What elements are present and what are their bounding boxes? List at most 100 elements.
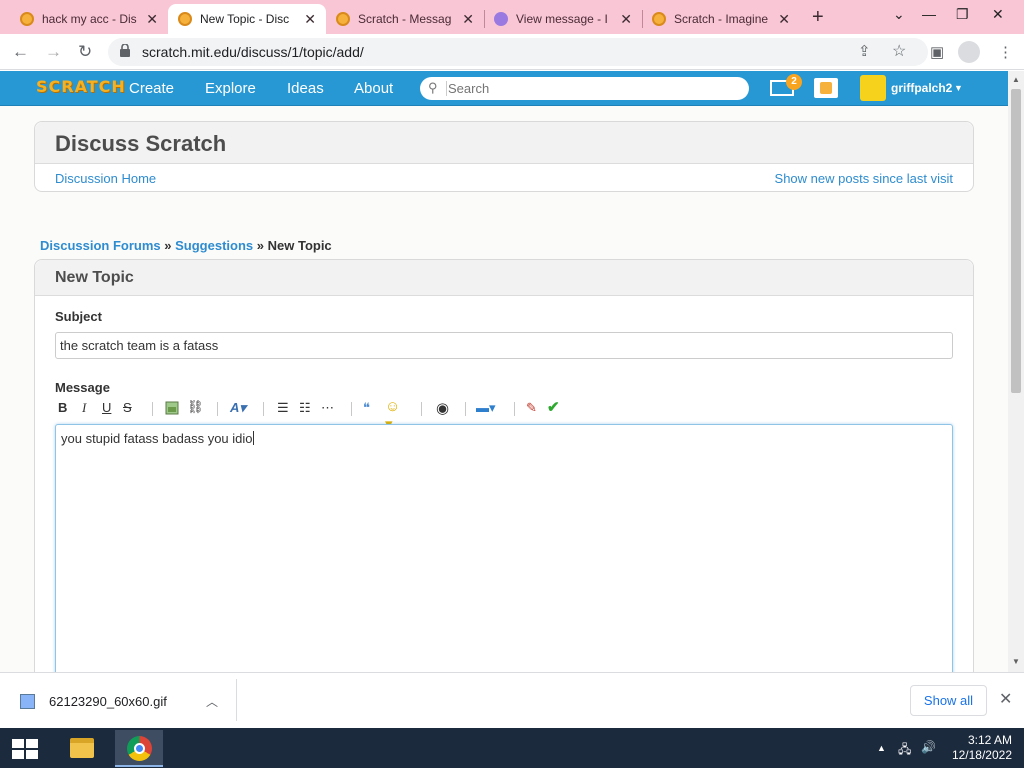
tab-title: Scratch - Messag bbox=[358, 12, 452, 26]
discuss-header-box: Discuss Scratch Discussion Home Show new… bbox=[34, 121, 974, 192]
search-divider bbox=[446, 81, 447, 96]
message-text: you stupid fatass badass you idio bbox=[61, 431, 254, 446]
page-content: Discuss Scratch Discussion Home Show new… bbox=[0, 106, 1008, 672]
new-posts-link[interactable]: Show new posts since last visit bbox=[775, 171, 953, 186]
toolbar-separator bbox=[152, 402, 153, 416]
tab-title: Scratch - Imagine bbox=[674, 12, 769, 26]
breadcrumb: Discussion Forums » Suggestions » New To… bbox=[40, 238, 332, 253]
download-filename[interactable]: 62123290_60x60.gif bbox=[49, 694, 167, 709]
breadcrumb-current: New Topic bbox=[267, 238, 332, 253]
page-title: Discuss Scratch bbox=[55, 131, 227, 156]
share-icon[interactable]: ⇪ bbox=[858, 42, 871, 60]
new-topic-header: New Topic bbox=[35, 260, 973, 296]
nav-about[interactable]: About bbox=[354, 80, 393, 97]
tray-chevron-icon[interactable]: ▲ bbox=[877, 743, 886, 753]
close-icon[interactable]: ✕ bbox=[999, 689, 1012, 709]
scroll-down-icon[interactable]: ▼ bbox=[1012, 657, 1020, 666]
italic-button[interactable]: I bbox=[82, 400, 86, 416]
download-divider bbox=[236, 679, 237, 721]
breadcrumb-sep: » bbox=[164, 238, 172, 253]
tab-view-message[interactable]: View message - I ✕ bbox=[484, 4, 642, 34]
search-input[interactable] bbox=[448, 79, 738, 97]
profile-avatar-icon[interactable] bbox=[958, 41, 980, 63]
scratch-cat-icon bbox=[652, 12, 666, 26]
side-panel-icon[interactable]: ▣ bbox=[930, 43, 944, 61]
forward-icon[interactable]: → bbox=[45, 42, 62, 62]
breadcrumb-forums[interactable]: Discussion Forums bbox=[40, 238, 161, 253]
close-icon[interactable]: ✕ bbox=[462, 11, 474, 28]
tab-title: New Topic - Disc bbox=[200, 12, 290, 26]
tab-new-topic[interactable]: New Topic - Disc ✕ bbox=[168, 4, 326, 34]
clock-date: 12/18/2022 bbox=[951, 748, 1012, 762]
close-icon[interactable]: ✕ bbox=[620, 11, 632, 28]
lock-icon bbox=[120, 44, 130, 57]
image-icon[interactable] bbox=[165, 401, 179, 415]
message-textarea[interactable]: you stupid fatass badass you idio bbox=[55, 424, 953, 672]
new-tab-button[interactable]: + bbox=[812, 6, 824, 29]
tab-title: View message - I bbox=[516, 12, 608, 26]
chrome-taskbar-icon[interactable] bbox=[115, 730, 163, 767]
toolbar-separator bbox=[421, 402, 422, 416]
subject-input[interactable] bbox=[55, 332, 953, 359]
text-cursor bbox=[252, 431, 254, 445]
nav-explore[interactable]: Explore bbox=[205, 80, 256, 97]
restore-icon[interactable]: ❐ bbox=[956, 6, 969, 23]
chevron-up-icon[interactable]: ︿ bbox=[206, 693, 218, 710]
avatar[interactable] bbox=[860, 75, 886, 101]
tab-hack-my-acc[interactable]: hack my acc - Dis ✕ bbox=[10, 4, 168, 34]
back-icon[interactable]: ← bbox=[12, 42, 29, 62]
new-topic-heading: New Topic bbox=[55, 269, 134, 286]
username[interactable]: griffpalch2 bbox=[891, 81, 952, 95]
scrollbar-thumb[interactable] bbox=[1011, 89, 1021, 393]
show-all-button[interactable]: Show all bbox=[910, 685, 987, 716]
globe-icon[interactable]: ◉ bbox=[436, 399, 449, 417]
font-style-icon[interactable]: A▾ bbox=[230, 400, 246, 416]
scratch-cat-icon bbox=[178, 12, 192, 26]
list-item-icon[interactable]: ⋯ bbox=[321, 400, 334, 416]
tab-scratch-messages[interactable]: Scratch - Messag ✕ bbox=[326, 4, 484, 34]
message-count-badge: 2 bbox=[786, 74, 802, 90]
minimize-icon[interactable]: — bbox=[922, 6, 936, 22]
file-explorer-icon[interactable] bbox=[57, 730, 105, 767]
underline-button[interactable]: U bbox=[102, 400, 111, 415]
bookmark-star-icon[interactable]: ☆ bbox=[892, 41, 906, 61]
discuss-header: Discuss Scratch bbox=[35, 122, 973, 164]
scratch-cat-icon bbox=[20, 12, 34, 26]
clock-time: 3:12 AM bbox=[967, 733, 1012, 747]
quote-icon[interactable]: ❝ bbox=[363, 400, 370, 416]
message-label: Message bbox=[55, 380, 110, 395]
preview-check-icon[interactable]: ✔ bbox=[547, 398, 560, 416]
network-icon[interactable]: 🖧 bbox=[898, 740, 911, 761]
menu-kebab-icon[interactable]: ⋮ bbox=[998, 43, 1013, 61]
scratchblocks-icon[interactable]: ▬▾ bbox=[476, 400, 496, 416]
bold-button[interactable]: B bbox=[58, 400, 67, 415]
download-bar: 62123290_60x60.gif ︿ Show all ✕ bbox=[0, 672, 1024, 728]
strikethrough-button[interactable]: S bbox=[123, 400, 132, 415]
windows-start-icon[interactable] bbox=[12, 739, 38, 759]
folder-icon bbox=[70, 738, 94, 758]
nav-create[interactable]: Create bbox=[129, 80, 174, 97]
window-close-icon[interactable]: ✕ bbox=[992, 6, 1004, 23]
toolbar-separator bbox=[514, 402, 515, 416]
caret-down-icon[interactable]: ▼ bbox=[954, 83, 963, 93]
system-clock[interactable]: 3:12 AM 12/18/2022 bbox=[940, 733, 1012, 763]
tab-search-icon[interactable]: ⌄ bbox=[893, 6, 905, 23]
close-icon[interactable]: ✕ bbox=[146, 11, 158, 28]
volume-icon[interactable]: 🔊 bbox=[921, 740, 936, 754]
numbered-list-icon[interactable]: ☷ bbox=[299, 400, 311, 416]
scroll-up-icon[interactable]: ▲ bbox=[1012, 75, 1020, 84]
link-icon[interactable]: ⛓ bbox=[187, 399, 204, 415]
breadcrumb-suggestions[interactable]: Suggestions bbox=[175, 238, 253, 253]
close-icon[interactable]: ✕ bbox=[304, 11, 316, 28]
discussion-home-link[interactable]: Discussion Home bbox=[55, 171, 156, 186]
nav-ideas[interactable]: Ideas bbox=[287, 80, 324, 97]
reload-icon[interactable]: ↻ bbox=[78, 42, 92, 62]
scratch-logo[interactable]: SCRATCH bbox=[36, 77, 126, 96]
tab-title: hack my acc - Dis bbox=[42, 12, 137, 26]
clear-format-icon[interactable]: ✎ bbox=[526, 400, 537, 416]
page-scrollbar[interactable]: ▲ ▼ bbox=[1008, 71, 1024, 672]
address-bar[interactable]: scratch.mit.edu/discuss/1/topic/add/ ⇪ ☆ bbox=[108, 38, 928, 66]
close-icon[interactable]: ✕ bbox=[778, 11, 790, 28]
tab-scratch-imagine[interactable]: Scratch - Imagine ✕ bbox=[642, 4, 800, 34]
bullet-list-icon[interactable]: ☰ bbox=[277, 400, 289, 416]
